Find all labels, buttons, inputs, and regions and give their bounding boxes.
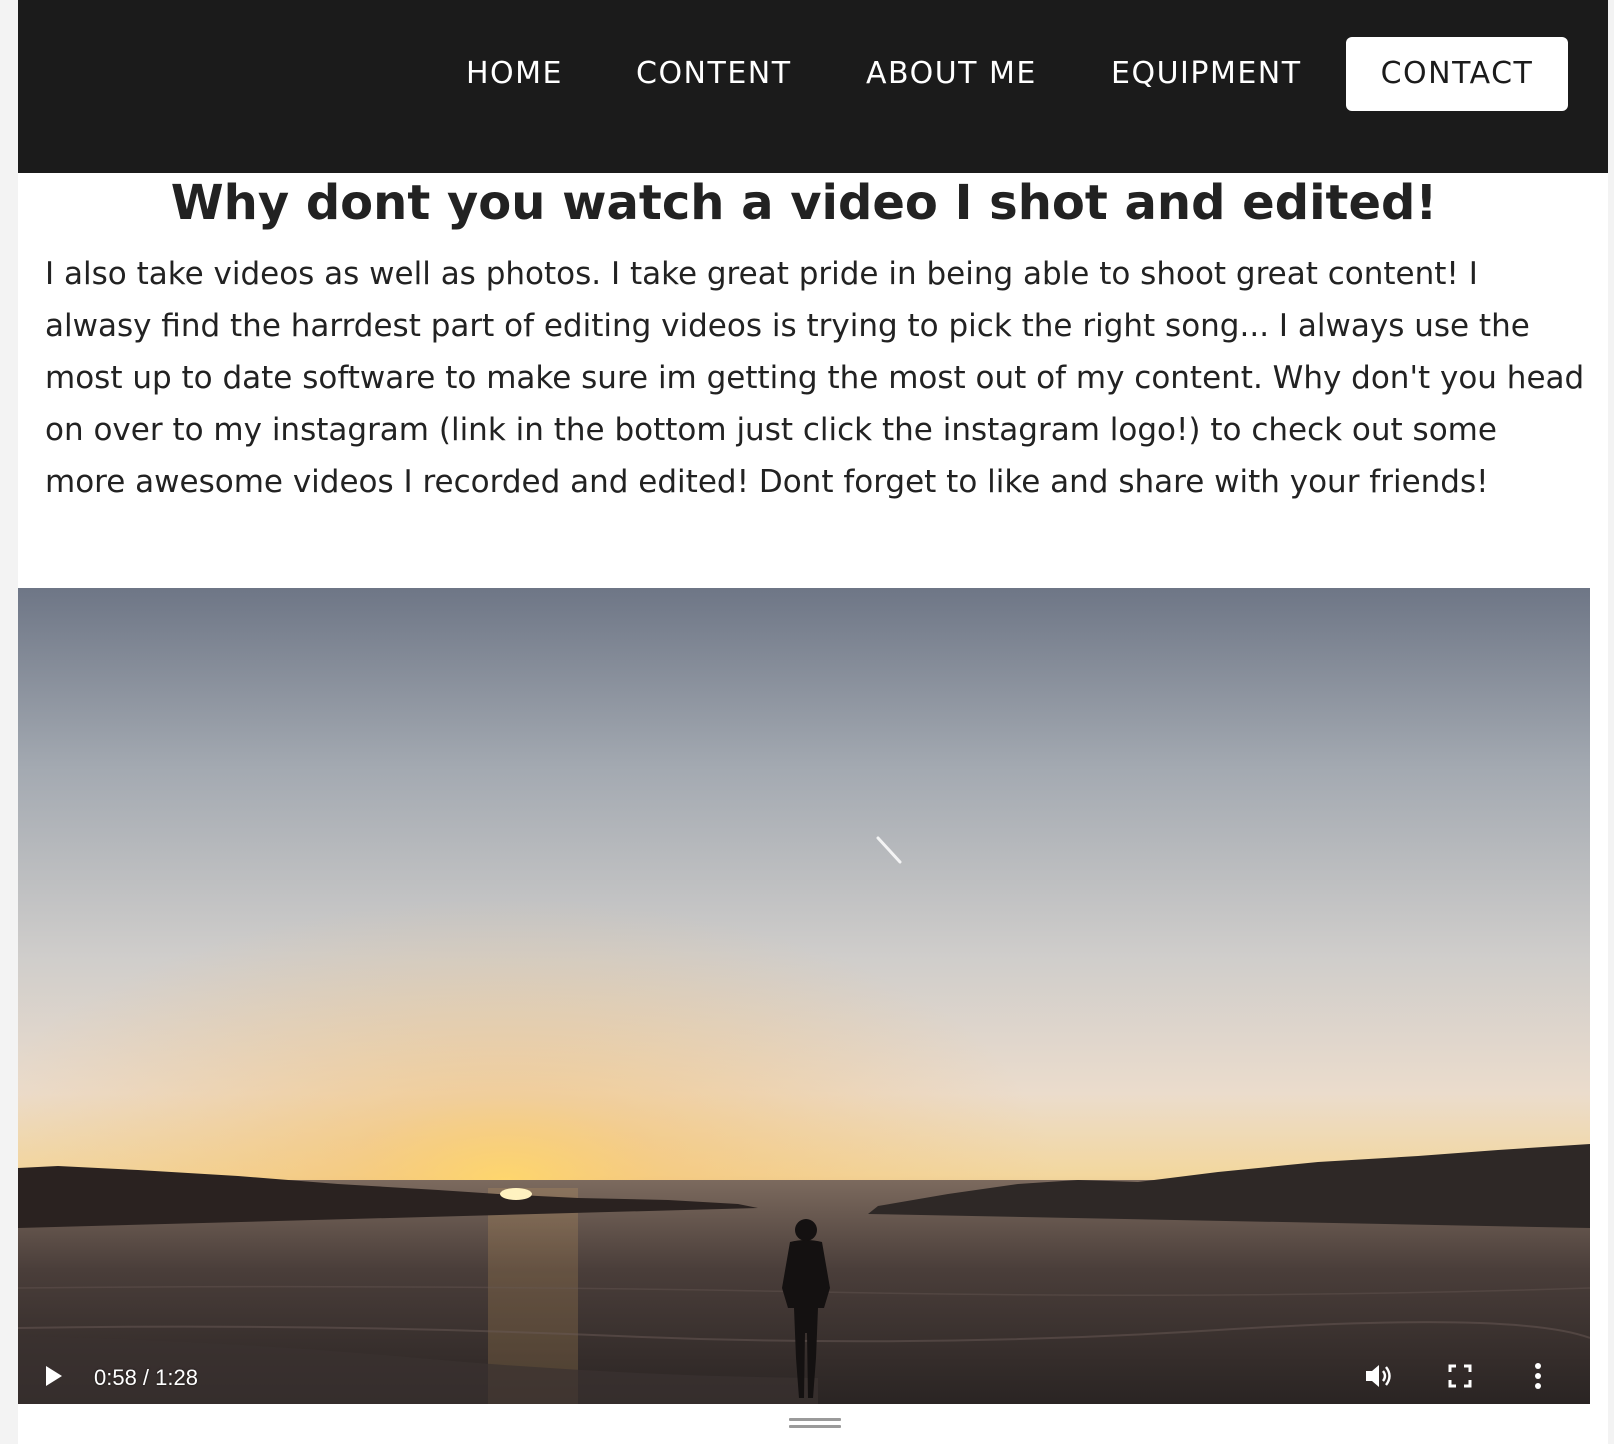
video-player[interactable]: 0:58 / 1:28 (18, 588, 1590, 1404)
play-icon[interactable] (44, 1364, 64, 1388)
volume-icon[interactable] (1364, 1362, 1396, 1390)
nav-about-me[interactable]: ABOUT ME (866, 37, 1037, 111)
resize-handle[interactable] (789, 1418, 841, 1432)
page-title: Why dont you watch a video I shot and ed… (170, 175, 1438, 231)
nav-home[interactable]: HOME (466, 37, 563, 111)
nav-equipment[interactable]: EQUIPMENT (1111, 37, 1302, 111)
video-frame-sunset (18, 588, 1590, 1404)
more-options-icon[interactable] (1533, 1362, 1543, 1390)
top-navbar: HOME CONTENT ABOUT ME EQUIPMENT CONTACT (18, 0, 1608, 173)
nav-content[interactable]: CONTENT (636, 37, 792, 111)
fullscreen-icon[interactable] (1448, 1364, 1472, 1388)
video-controls: 0:58 / 1:28 (18, 1348, 1590, 1404)
intro-paragraph: I also take videos as well as photos. I … (45, 256, 1585, 500)
contact-button[interactable]: CONTACT (1346, 37, 1568, 111)
video-time-display: 0:58 / 1:28 (94, 1365, 198, 1390)
page: HOME CONTENT ABOUT ME EQUIPMENT CONTACT … (18, 0, 1608, 1444)
